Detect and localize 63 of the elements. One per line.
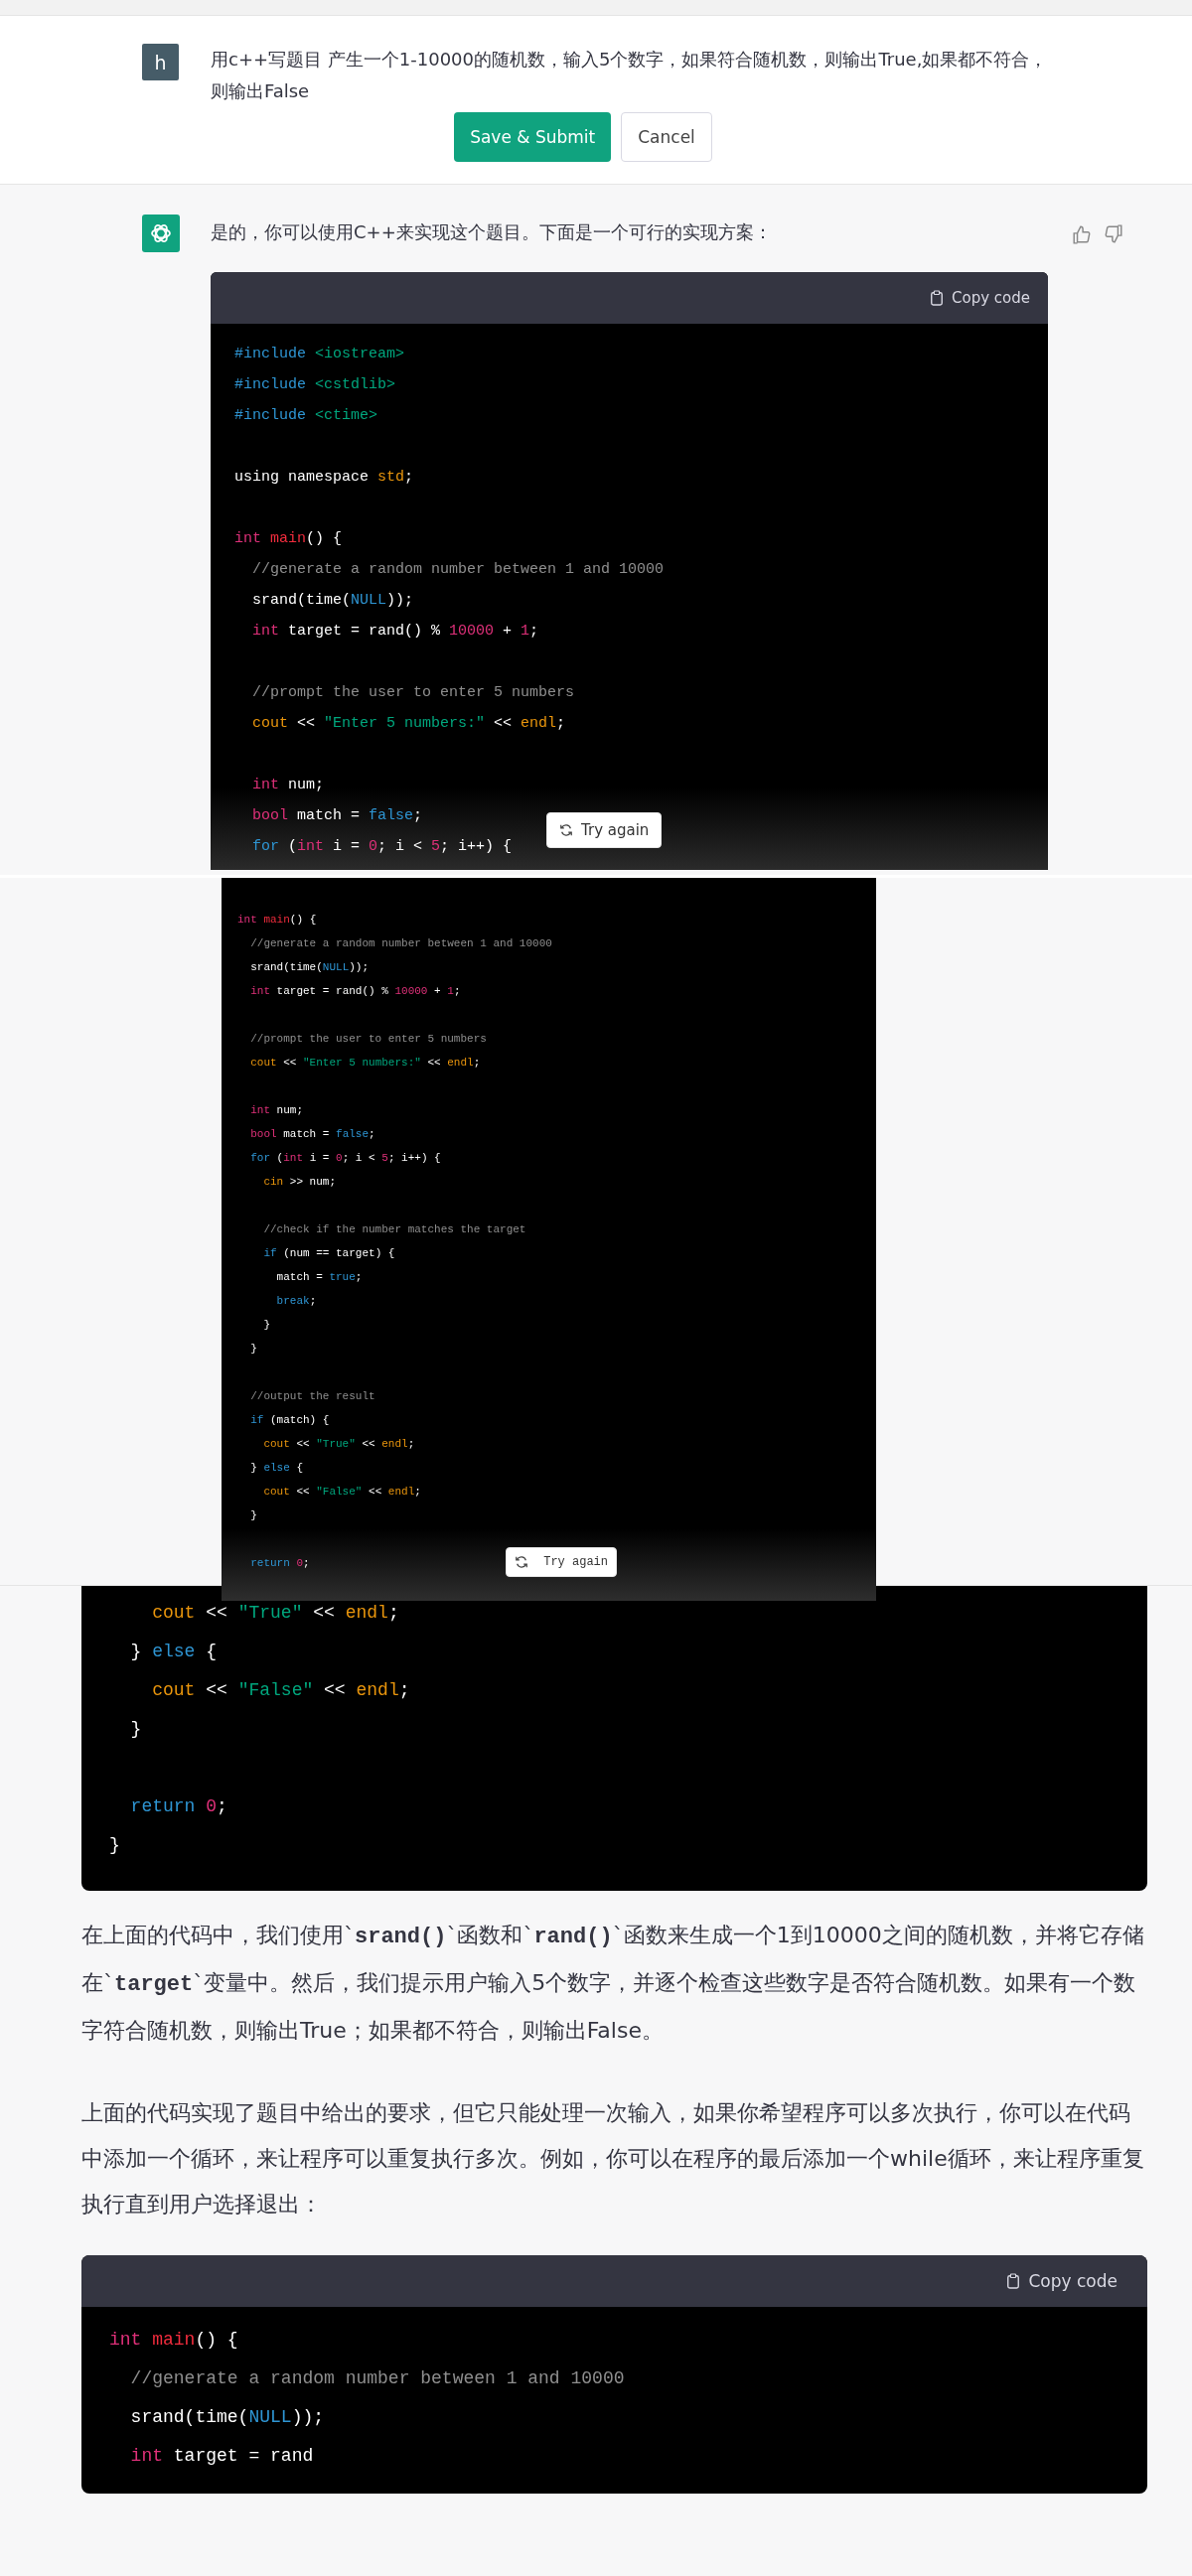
code-line: } [262,1318,270,1333]
code-line: } [249,1342,257,1357]
code-line: srand(time(NULL)); [249,960,370,975]
code-line: return 0; [249,1556,310,1571]
code-line: int target = rand() % 10000 + 1; [249,984,461,999]
code-line: srand(time(NULL)); [251,591,414,611]
user-avatar: h [142,44,179,80]
code-line: #include <cstdlib> [234,375,396,395]
assistant-paragraph: 在上面的代码中，我们使用`srand()`函数和`rand()`函数来生成一个1到10000之间的随机数，并将它存储在`target`变量中。然后，我们提示用户输入5个数字，并逐个检查这些数字是否符合随机数。如果有一个数字符合随机数，则输出True；如果都不符合，则输出False。 [81,1922,1145,2045]
clipboard-icon [930,290,944,306]
code-line: match = true; [275,1270,363,1285]
code-line: int target = rand() % 10000 + 1; [251,622,539,642]
code-line: int main() { [237,913,317,928]
code-line: cout << "False" << endl; [262,1485,421,1500]
code-line: //output the result [249,1389,375,1404]
code-line: } else { [249,1461,304,1476]
copy-code-button[interactable]: Copy code [930,289,1030,307]
code-line: //generate a random number between 1 and 10000 [249,936,552,951]
code-line: cout << "True" << endl; [262,1437,415,1452]
thumbs-down-icon[interactable] [1104,224,1123,244]
code-line: srand(time(NULL)); [129,2406,325,2429]
code-line: int target = rand [129,2445,314,2468]
code-line: for (int i = 0; i < 5; i++) { [249,1151,441,1166]
code-line: int main() { [234,529,343,549]
code-line: #include <iostream> [234,345,405,364]
code-line: bool match = false; [251,806,423,826]
code-line: //prompt the user to enter 5 numbers [251,683,575,703]
code-line: //prompt the user to enter 5 numbers [249,1032,487,1047]
refresh-icon [515,1555,528,1569]
code-line: if (match) { [249,1413,330,1428]
code-line: //generate a random number between 1 and 10000 [251,560,665,580]
copy-code-button[interactable]: Copy code [1006,2271,1118,2291]
try-again-button[interactable]: Try again [506,1547,617,1577]
code-line: //check if the number matches the target [262,1222,526,1237]
cancel-button[interactable]: Cancel [621,112,712,162]
code-line: int main() { [109,2329,238,2352]
code-line: cout << "True" << endl; [151,1602,399,1625]
code-line: } [249,1508,257,1523]
code-line: for (int i = 0; i < 5; i++) { [251,837,513,857]
code-line: cin >> num; [262,1175,337,1190]
code-line: if (num == target) { [262,1246,395,1261]
code-line: break; [275,1294,317,1309]
code-line: return 0; [129,1795,227,1818]
try-again-button[interactable]: Try again [546,812,663,848]
code-line: //generate a random number between 1 and 10000 [129,2367,625,2390]
thumbs-up-icon[interactable] [1072,224,1092,244]
refresh-icon [559,823,573,837]
code-line: } [109,1834,120,1857]
code-line: } else { [129,1641,218,1663]
code-line: cout << "False" << endl; [151,1679,410,1702]
assistant-logo-icon [142,215,180,252]
clipboard-icon [1006,2273,1021,2289]
code-line: int num; [249,1103,304,1118]
code-line: #include <ctime> [234,406,378,426]
assistant-message: 是的，你可以使用C++来实现这个题目。下面是一个可行的实现方案： [211,220,773,244]
assistant-paragraph: 上面的代码实现了题目中给出的要求，但它只能处理一次输入，如果你希望程序可以多次执行，你可以在代码中添加一个循环，来让程序可以重复执行多次。例如，你可以在程序的最后添加一个while循环，来让程序重复执行直到用户选择退出： [81,2099,1145,2218]
code-line: int num; [251,776,325,795]
code-line: bool match = false; [249,1127,375,1142]
message-edit-field[interactable]: 用c++写题目 产生一个1-10000的随机数，输入5个数字，如果符合随机数，则输出True,如果都不符合，则输出False [211,44,1055,107]
code-line: using namespace std; [234,468,414,488]
code-line: cout << "Enter 5 numbers:" << endl; [251,714,566,734]
code-line: } [129,1718,142,1741]
code-line: cout << "Enter 5 numbers:" << endl; [249,1056,481,1071]
